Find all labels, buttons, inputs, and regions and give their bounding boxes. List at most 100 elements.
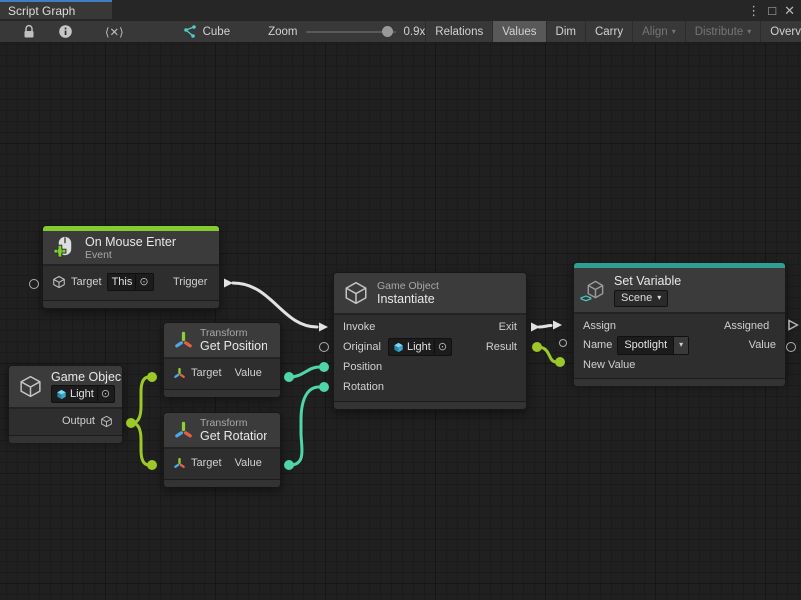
node-get-position[interactable]: Transform Get Position Target Value xyxy=(163,322,281,396)
port-setvariable-assigned-out[interactable] xyxy=(787,319,799,331)
transform-icon xyxy=(173,420,194,441)
dropdown-caret-icon: ▾ xyxy=(672,28,676,36)
script-graph-icon xyxy=(182,24,197,39)
output-port-label: Output xyxy=(62,415,95,427)
code-toggle-button[interactable]: ⟨✕⟩ xyxy=(83,21,146,42)
variable-kind-dropdown[interactable]: Scene ▾ xyxy=(614,290,668,307)
node-footer xyxy=(9,435,122,443)
port-instantiate-rotation-in[interactable] xyxy=(319,382,329,392)
node-set-variable[interactable]: <> Set Variable Scene ▾ Assign Assigned … xyxy=(573,262,786,382)
toolbar-buttons: Relations Values Dim Carry Align▾ Distri… xyxy=(425,21,801,42)
target-field-value: This xyxy=(112,276,133,288)
mouse-event-icon xyxy=(52,235,77,260)
node-subtitle: Transform xyxy=(200,327,267,339)
port-getrotation-value-out[interactable] xyxy=(284,460,294,470)
graph-reference[interactable]: Cube xyxy=(172,21,241,42)
dropdown-caret-icon: ▾ xyxy=(657,294,661,302)
port-setvariable-assign-in[interactable] xyxy=(551,319,563,331)
dropdown-caret-icon: ▾ xyxy=(747,28,751,36)
tab-title: Script Graph xyxy=(8,4,75,18)
result-port-label: Result xyxy=(486,341,517,353)
tab-script-graph[interactable]: Script Graph xyxy=(0,0,112,19)
variable-angle-icon: <> xyxy=(580,293,591,305)
light-object-field[interactable]: Light ⊙ xyxy=(51,385,115,403)
variable-name-value: Spotlight xyxy=(618,337,673,354)
port-gameobject-output-out[interactable] xyxy=(126,418,136,428)
port-setvariable-value-out[interactable] xyxy=(786,342,796,352)
original-field-value: Light xyxy=(407,341,431,353)
node-footer xyxy=(43,300,219,308)
variable-name-dropdown[interactable]: Spotlight ▾ xyxy=(617,336,689,355)
script-graph-window: Script Graph ⋮ □ ✕ ⟨✕⟩ Cube Zoo xyxy=(0,0,801,600)
transform-icon xyxy=(173,330,194,351)
distribute-button[interactable]: Distribute▾ xyxy=(685,21,761,42)
port-onmouseenter-trigger-out[interactable] xyxy=(222,277,234,289)
original-object-field[interactable]: Light ⊙ xyxy=(388,338,452,356)
transform-icon xyxy=(173,367,186,380)
light-field-value: Light xyxy=(70,388,94,400)
object-picker-icon[interactable]: ⊙ xyxy=(434,340,450,354)
port-getposition-value-out[interactable] xyxy=(284,372,294,382)
node-subtitle: Event xyxy=(85,249,176,261)
carry-button[interactable]: Carry xyxy=(585,21,632,42)
info-icon xyxy=(58,24,73,39)
inspect-button[interactable] xyxy=(48,21,83,42)
node-instantiate[interactable]: Game Object Instantiate Invoke Exit Orig… xyxy=(333,272,527,410)
port-instantiate-invoke-in[interactable] xyxy=(317,321,329,333)
variable-kind-value: Scene xyxy=(621,292,652,304)
new-value-port-label: New Value xyxy=(583,359,635,371)
relations-button[interactable]: Relations xyxy=(425,21,492,42)
node-game-object-light[interactable]: Game Object Light ⊙ Output xyxy=(8,365,123,438)
node-subtitle: Game Object xyxy=(377,280,445,292)
node-title: On Mouse Enter xyxy=(85,235,176,249)
invoke-port-label: Invoke xyxy=(343,321,381,333)
dim-button[interactable]: Dim xyxy=(546,21,585,42)
port-getposition-target-in[interactable] xyxy=(147,372,157,382)
node-get-rotation[interactable]: Transform Get Rotation Target Value xyxy=(163,412,281,487)
port-instantiate-original-in[interactable] xyxy=(319,342,329,352)
zoom-label: Zoom xyxy=(268,26,297,38)
object-picker-icon[interactable]: ⊙ xyxy=(135,275,151,289)
node-title: Get Rotation xyxy=(200,429,267,443)
game-object-icon xyxy=(100,415,113,428)
node-title: Set Variable xyxy=(614,274,681,288)
node-footer xyxy=(334,401,526,409)
node-on-mouse-enter[interactable]: On Mouse Enter Event Target This ⊙ Trigg… xyxy=(42,225,220,309)
value-port-label: Value xyxy=(235,457,262,469)
align-button[interactable]: Align▾ xyxy=(632,21,685,42)
port-instantiate-position-in[interactable] xyxy=(319,362,329,372)
game-object-icon xyxy=(52,275,66,289)
node-footer xyxy=(164,389,280,397)
lock-icon xyxy=(22,24,36,39)
target-port-label: Target xyxy=(191,457,222,469)
target-object-field[interactable]: This ⊙ xyxy=(107,273,154,291)
port-setvariable-name-in[interactable] xyxy=(559,339,567,347)
port-instantiate-exit-out[interactable] xyxy=(529,321,541,333)
port-getrotation-target-in[interactable] xyxy=(147,460,157,470)
node-footer xyxy=(164,479,280,487)
game-object-icon xyxy=(18,374,43,399)
port-instantiate-result-out[interactable] xyxy=(532,342,542,352)
trigger-port-label: Trigger xyxy=(173,276,210,288)
close-icon[interactable]: ✕ xyxy=(784,0,795,21)
values-button[interactable]: Values xyxy=(492,21,545,42)
tab-bar: Script Graph ⋮ □ ✕ xyxy=(0,0,801,22)
value-port-label: Value xyxy=(235,367,262,379)
port-setvariable-newvalue-in[interactable] xyxy=(555,357,565,367)
object-picker-icon[interactable]: ⊙ xyxy=(97,387,113,401)
zoom-control: Zoom 0.9x xyxy=(268,21,425,42)
lock-button[interactable] xyxy=(0,21,48,42)
maximize-icon[interactable]: □ xyxy=(768,0,776,21)
window-controls: ⋮ □ ✕ xyxy=(747,0,795,21)
name-port-label: Name xyxy=(583,339,612,351)
position-port-label: Position xyxy=(343,361,389,373)
overview-button[interactable]: Overview xyxy=(760,21,801,42)
menu-icon[interactable]: ⋮ xyxy=(747,0,760,21)
zoom-slider[interactable] xyxy=(306,31,396,33)
node-footer xyxy=(574,378,785,386)
port-onmouseenter-target-in[interactable] xyxy=(29,279,39,289)
code-brackets-icon: ⟨✕⟩ xyxy=(105,25,124,39)
node-title: Get Position xyxy=(200,339,267,353)
zoom-slider-handle[interactable] xyxy=(382,26,393,37)
game-object-cube-icon xyxy=(56,389,67,400)
